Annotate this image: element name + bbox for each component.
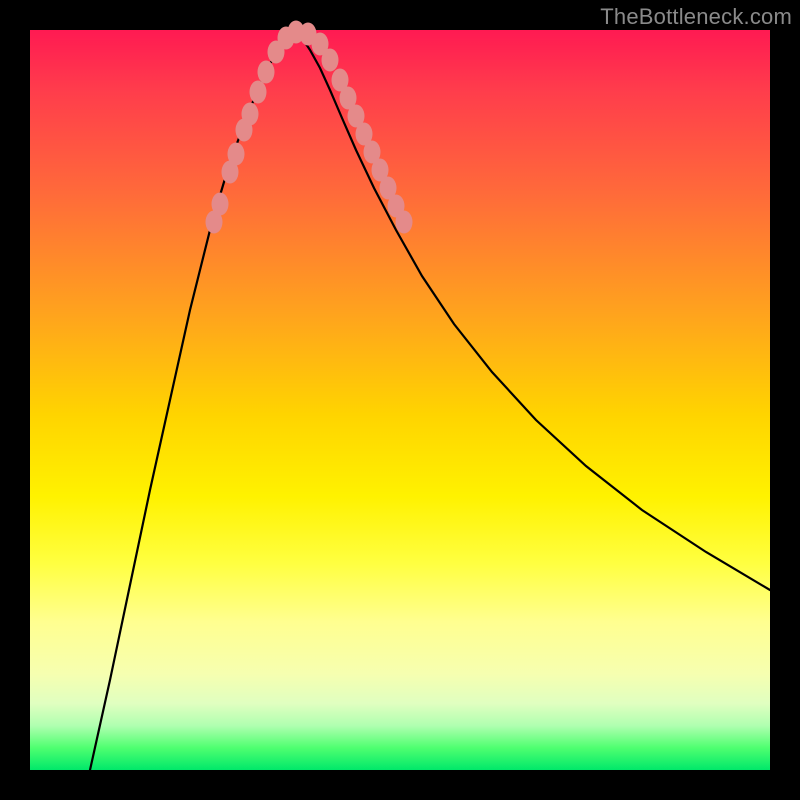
data-dot	[322, 49, 339, 72]
plot-area	[30, 30, 770, 770]
data-dot	[396, 211, 413, 234]
data-dot	[258, 61, 275, 84]
chart-frame: TheBottleneck.com	[0, 0, 800, 800]
data-dot	[212, 193, 229, 216]
curve-left-arm	[90, 32, 294, 770]
curve-right-arm	[294, 32, 770, 590]
data-dot	[228, 143, 245, 166]
chart-svg	[30, 30, 770, 770]
watermark: TheBottleneck.com	[600, 4, 792, 30]
data-dot	[250, 81, 267, 104]
data-dot	[242, 103, 259, 126]
curve-group	[90, 32, 770, 770]
